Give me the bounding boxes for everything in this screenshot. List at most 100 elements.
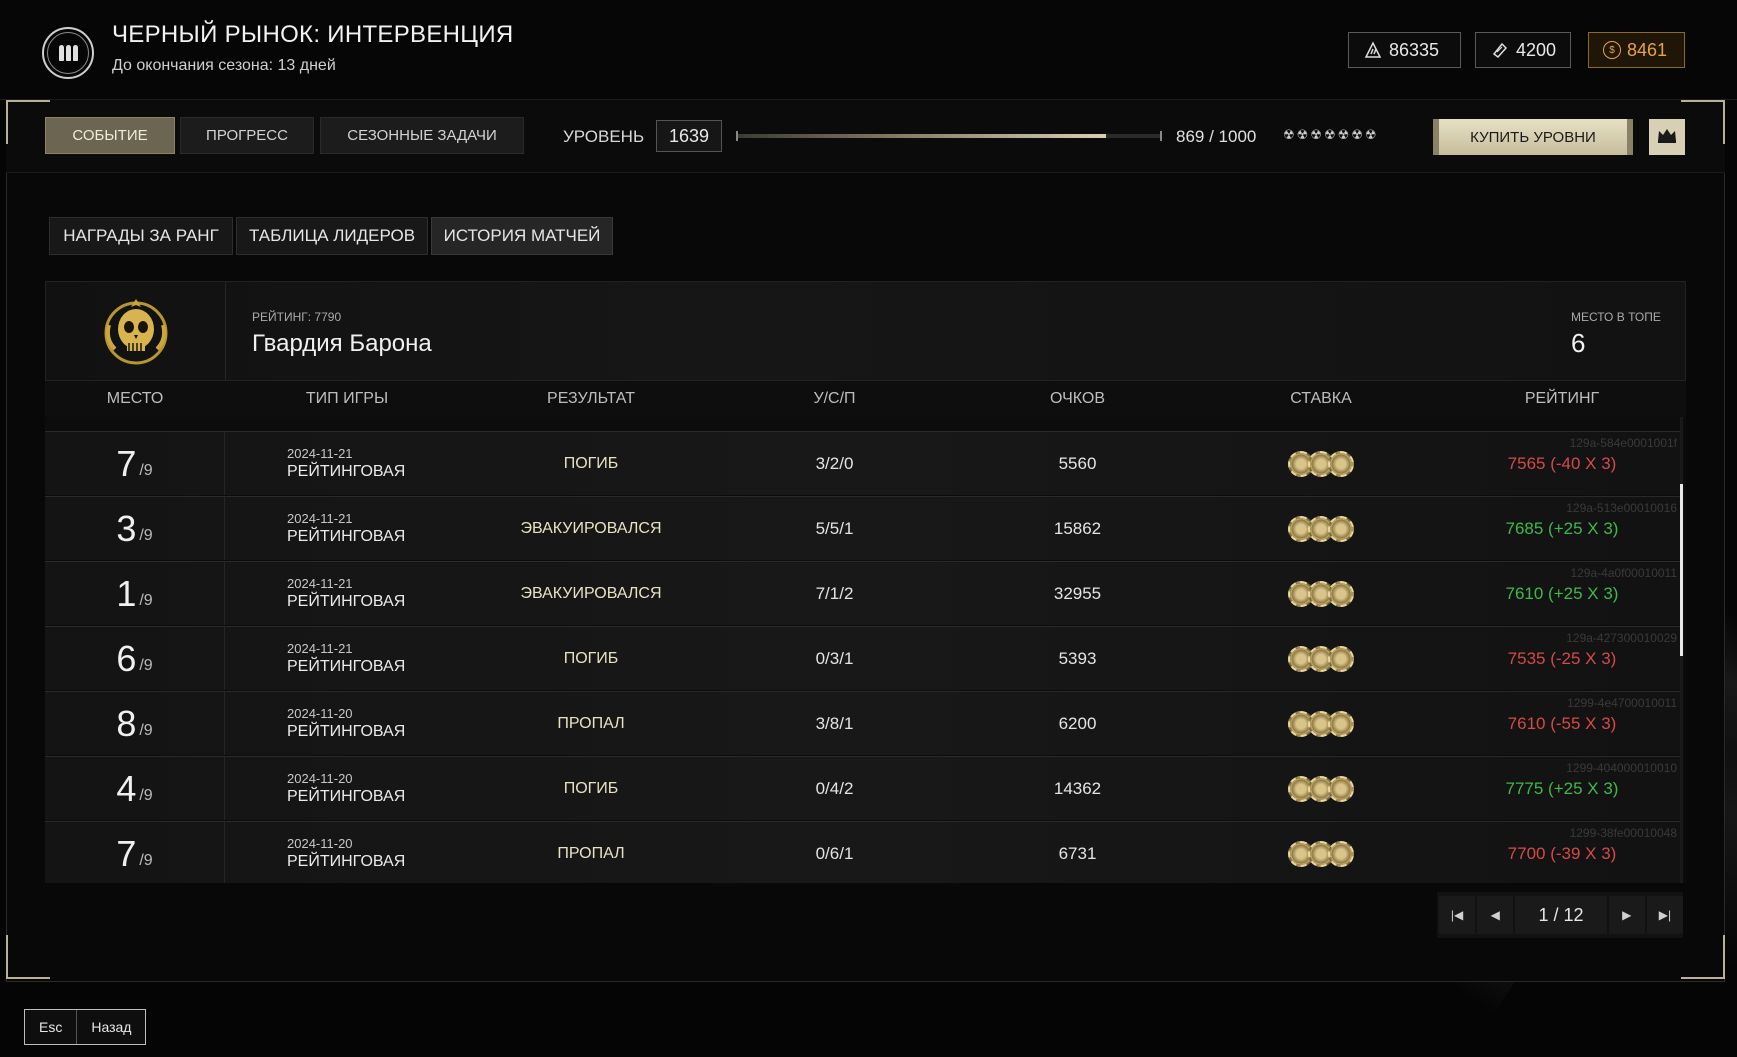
last-page-button[interactable]: ▶|: [1646, 896, 1683, 934]
currency-ammo-value: 86335: [1389, 39, 1440, 60]
row-bet: [1199, 822, 1443, 883]
col-score: ОЧКОВ: [1049, 390, 1105, 407]
row-game-type: 2024-11-21 РЕЙТИНГОВАЯ: [287, 641, 406, 675]
currency-ticket[interactable]: 4200: [1475, 32, 1571, 68]
gold-coin-icon: $: [1603, 41, 1621, 59]
currency-gold[interactable]: $ 8461: [1588, 32, 1685, 68]
row-bet: [1199, 562, 1443, 625]
row-rating: 7685 (+25 X 3) 129a-513e00010016: [1505, 501, 1677, 538]
col-kda: У/С/П: [813, 390, 856, 407]
scrollbar-thumb[interactable]: [1680, 484, 1683, 656]
top-place-value: 6: [1571, 328, 1586, 358]
col-bet: СТАВКА: [1290, 390, 1352, 407]
row-kda: 0/6/1: [815, 843, 854, 863]
row-place: 6/9: [45, 627, 225, 690]
table-row[interactable]: 7/9 2024-11-21 РЕЙТИНГОВАЯ ПОГИБ 3/2/0 55…: [45, 431, 1681, 495]
skull-emblem-icon: [104, 299, 167, 365]
match-id: 129a-427300010029: [1566, 631, 1677, 645]
frame-corner: [6, 935, 50, 979]
tab-season-tasks[interactable]: СЕЗОННЫЕ ЗАДАЧИ: [320, 117, 524, 154]
row-result: ПОГИБ: [563, 649, 619, 667]
bet-chips-icon: [1288, 840, 1354, 867]
tab-event[interactable]: СОБЫТИЕ: [45, 117, 175, 154]
row-kda: 3/8/1: [815, 713, 854, 733]
prev-page-button[interactable]: ◀: [1477, 896, 1514, 934]
level-progress-fill: [736, 134, 1107, 138]
row-bet: [1199, 497, 1443, 560]
row-place: 1/9: [45, 562, 225, 625]
row-kda: 0/3/1: [815, 648, 854, 668]
table-row[interactable]: 8/9 2024-11-20 РЕЙТИНГОВАЯ ПРОПАЛ 3/8/1 6…: [45, 691, 1681, 755]
tab-progress[interactable]: ПРОГРЕСС: [180, 117, 314, 154]
table-row[interactable]: 6/9 2024-11-21 РЕЙТИНГОВАЯ ПОГИБ 0/3/1 53…: [45, 626, 1681, 690]
next-page-icon: ▶: [1622, 908, 1632, 922]
col-rating: РЕЙТИНГ: [1524, 390, 1600, 407]
table-row[interactable]: 4/9 2024-11-20 РЕЙТИНГОВАЯ ПОГИБ 0/4/2 14…: [45, 756, 1681, 820]
row-score: 5393: [1058, 648, 1097, 668]
row-place: 3/9: [45, 497, 225, 560]
row-bet: [1199, 627, 1443, 690]
event-logo-icon: [42, 27, 94, 79]
row-game-type: 2024-11-21 РЕЙТИНГОВАЯ: [287, 576, 406, 610]
row-score: 32955: [1053, 583, 1102, 603]
row-kda: 7/1/2: [815, 583, 854, 603]
row-place: 8/9: [45, 692, 225, 755]
ticket-currency-icon: [1490, 40, 1510, 60]
row-place: 4/9: [45, 757, 225, 820]
row-place: 7/9: [45, 822, 225, 883]
col-place: МЕСТО: [106, 390, 164, 407]
match-id: 1299-4e4700010011: [1567, 696, 1677, 710]
row-game-type: 2024-11-21 РЕЙТИНГОВАЯ: [287, 446, 406, 480]
last-page-icon: ▶|: [1658, 908, 1672, 922]
row-bet: [1199, 757, 1443, 820]
row-rating: 7535 (-25 X 3) 129a-427300010029: [1507, 631, 1677, 668]
match-id: 129a-584e0001001f: [1569, 436, 1677, 450]
row-rating: 7610 (+25 X 3) 129a-4a0f00010011: [1505, 566, 1677, 603]
frame-corner: [6, 100, 50, 144]
table-row[interactable]: 1/9 2024-11-21 РЕЙТИНГОВАЯ ЭВАКУИРОВАЛСЯ …: [45, 561, 1681, 625]
table-row[interactable]: 7/9 2024-11-20 РЕЙТИНГОВАЯ ПРОПАЛ 0/6/1 6…: [45, 821, 1681, 883]
prev-page-icon: ◀: [1490, 908, 1500, 922]
row-rating: 7610 (-55 X 3) 1299-4e4700010011: [1507, 696, 1677, 733]
table-scrollbar[interactable]: [1680, 417, 1683, 883]
crown-icon: [1656, 126, 1678, 149]
next-page-button[interactable]: ▶: [1608, 896, 1645, 934]
row-result: ПРОПАЛ: [557, 844, 625, 862]
table-header: МЕСТО ТИП ИГРЫ РЕЗУЛЬТАТ У/С/П ОЧКОВ СТА…: [45, 381, 1686, 417]
team-rating: РЕЙТИНГ: 7790: [252, 310, 342, 324]
match-id: 1299-404000010010: [1566, 761, 1677, 775]
row-result: ПРОПАЛ: [557, 714, 625, 732]
team-emblem: [46, 282, 226, 382]
subtab-leaderboard[interactable]: ТАБЛИЦА ЛИДЕРОВ: [236, 217, 428, 255]
row-rating: 7775 (+25 X 3) 1299-404000010010: [1505, 761, 1677, 798]
xp-text: 869 / 1000: [1176, 127, 1257, 146]
row-score: 14362: [1053, 778, 1102, 798]
match-history-table[interactable]: 7/9 2024-11-21 РЕЙТИНГОВАЯ ПОГИБ 3/2/0 55…: [45, 417, 1686, 883]
top-place-label: МЕСТО В ТОПЕ: [1571, 310, 1661, 324]
currency-ammo[interactable]: 86335: [1348, 32, 1461, 68]
subtab-rank-rewards[interactable]: НАГРАДЫ ЗА РАНГ: [49, 217, 233, 255]
back-button[interactable]: Esc Назад: [24, 1009, 147, 1045]
row-score: 5560: [1058, 453, 1097, 473]
bet-chips-icon: [1288, 645, 1354, 672]
ammo-currency-icon: [1363, 40, 1383, 60]
table-row[interactable]: 3/9 2024-11-21 РЕЙТИНГОВАЯ ЭВАКУИРОВАЛСЯ …: [45, 496, 1681, 560]
first-page-icon: |◀: [1450, 908, 1464, 922]
subtab-match-history[interactable]: ИСТОРИЯ МАТЧЕЙ: [431, 217, 613, 255]
col-result: РЕЗУЛЬТАТ: [547, 390, 635, 407]
row-rating: 7700 (-39 X 3) 1299-38fe00010048: [1507, 826, 1677, 863]
buy-levels-button[interactable]: КУПИТЬ УРОВНИ: [1433, 119, 1633, 155]
level-label: УРОВЕНЬ: [563, 127, 645, 146]
esc-key-hint: Esc: [39, 1019, 63, 1035]
row-game-type: 2024-11-20 РЕЙТИНГОВАЯ: [287, 836, 406, 870]
footer-divider: [6, 981, 1725, 982]
row-score: 15862: [1053, 518, 1102, 538]
row-kda: 5/5/1: [815, 518, 854, 538]
row-game-type: 2024-11-21 РЕЙТИНГОВАЯ: [287, 511, 406, 545]
col-game-type: ТИП ИГРЫ: [305, 390, 389, 407]
row-result: ПОГИБ: [563, 779, 619, 797]
match-id: 129a-4a0f00010011: [1570, 566, 1677, 580]
first-page-button[interactable]: |◀: [1439, 896, 1476, 934]
crown-button[interactable]: [1649, 119, 1685, 155]
row-game-type: 2024-11-20 РЕЙТИНГОВАЯ: [287, 771, 406, 805]
